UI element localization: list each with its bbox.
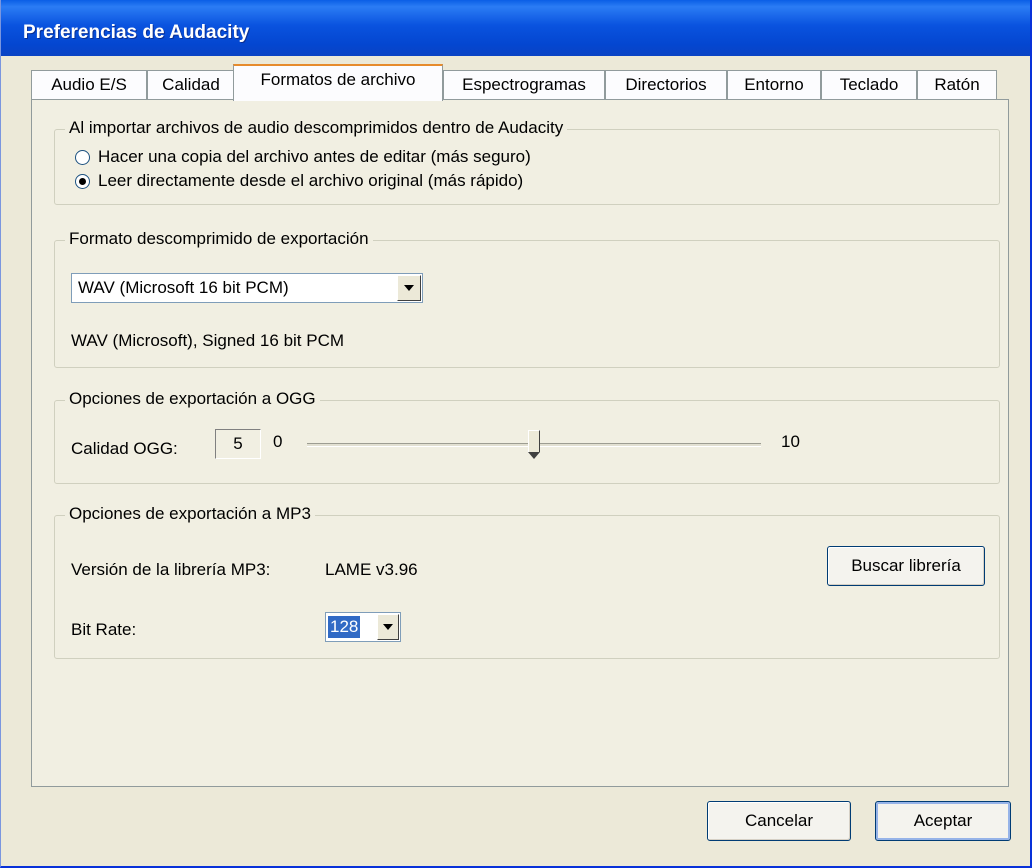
tab-label: Teclado <box>839 75 899 94</box>
tab-label: Calidad <box>162 75 220 94</box>
tab-mouse[interactable]: Ratón <box>917 70 997 100</box>
file-formats-panel: Al importar archivos de audio descomprim… <box>31 99 1009 787</box>
export-format-group-title: Formato descomprimido de exportación <box>65 229 373 249</box>
tab-label: Ratón <box>934 75 980 94</box>
tab-interface[interactable]: Entorno <box>727 70 821 100</box>
find-library-label: Buscar librería <box>851 556 961 575</box>
mp3-library-label: Versión de la librería MP3: <box>71 560 271 579</box>
ok-label: Aceptar <box>913 811 973 830</box>
bitrate-label: Bit Rate: <box>71 620 137 639</box>
chevron-down-icon <box>404 285 414 291</box>
ogg-quality-label: Calidad OGG: <box>71 439 178 458</box>
cancel-label: Cancelar <box>744 811 814 830</box>
tab-audio-io[interactable]: Audio E/S <box>31 70 147 100</box>
bitrate-value: 128 <box>328 616 361 638</box>
mp3-group-title: Opciones de exportación a MP3 <box>65 504 315 524</box>
tab-keyboard[interactable]: Teclado <box>821 70 917 100</box>
slider-min-label: 0 <box>273 432 283 451</box>
tab-spectrograms[interactable]: Espectrogramas <box>443 70 605 100</box>
mp3-library-version: LAME v3.96 <box>325 560 418 579</box>
bitrate-dropdown-button[interactable] <box>377 614 399 640</box>
ogg-quality-slider-thumb[interactable] <box>528 430 540 459</box>
tab-quality[interactable]: Calidad <box>147 70 235 100</box>
tab-label: Audio E/S <box>51 75 127 94</box>
preferences-window: Preferencias de Audacity Audio E/S Calid… <box>0 0 1032 868</box>
radio-read-directly[interactable]: Leer directamente desde el archivo origi… <box>75 170 523 192</box>
bitrate-select[interactable]: 128 <box>325 612 401 642</box>
export-format-select[interactable]: WAV (Microsoft 16 bit PCM) <box>71 273 423 303</box>
find-library-button[interactable]: Buscar librería <box>827 546 985 586</box>
import-group-title: Al importar archivos de audio descomprim… <box>65 118 568 138</box>
tab-label: Entorno <box>744 75 804 94</box>
ok-button[interactable]: Aceptar <box>875 801 1011 841</box>
cancel-button[interactable]: Cancelar <box>707 801 851 841</box>
radio-direct-indicator[interactable] <box>75 173 90 189</box>
ogg-quality-value: 5 <box>215 429 261 459</box>
ogg-quality-number: 5 <box>233 434 243 453</box>
export-format-description: WAV (Microsoft), Signed 16 bit PCM <box>71 331 345 350</box>
export-format-group: Formato descomprimido de exportación WAV… <box>54 229 1000 368</box>
tab-label: Espectrogramas <box>462 75 586 94</box>
dialog-client: Audio E/S Calidad Formatos de archivo Es… <box>9 56 1025 862</box>
export-format-value: WAV (Microsoft 16 bit PCM) <box>78 278 289 297</box>
mp3-options-group: Opciones de exportación a MP3 Versión de… <box>54 504 1000 659</box>
radio-direct-label: Leer directamente desde el archivo origi… <box>98 171 524 190</box>
tab-directories[interactable]: Directorios <box>605 70 727 100</box>
radio-copy-file[interactable]: Hacer una copia del archivo antes de edi… <box>75 146 531 168</box>
ogg-group-title: Opciones de exportación a OGG <box>65 389 320 409</box>
tab-label: Directorios <box>625 75 707 94</box>
tab-label: Formatos de archivo <box>260 70 416 89</box>
slider-max-label: 10 <box>781 432 800 451</box>
import-group: Al importar archivos de audio descomprim… <box>54 118 1000 205</box>
title-bar[interactable]: Preferencias de Audacity <box>1 0 1030 56</box>
tab-file-formats[interactable]: Formatos de archivo <box>233 64 443 101</box>
chevron-down-icon <box>383 624 393 630</box>
radio-copy-indicator[interactable] <box>75 149 90 165</box>
export-format-dropdown-button[interactable] <box>397 275 421 301</box>
radio-copy-label: Hacer una copia del archivo antes de edi… <box>98 147 531 166</box>
window-title: Preferencias de Audacity <box>23 22 250 43</box>
ogg-options-group: Opciones de exportación a OGG Calidad OG… <box>54 389 1000 484</box>
